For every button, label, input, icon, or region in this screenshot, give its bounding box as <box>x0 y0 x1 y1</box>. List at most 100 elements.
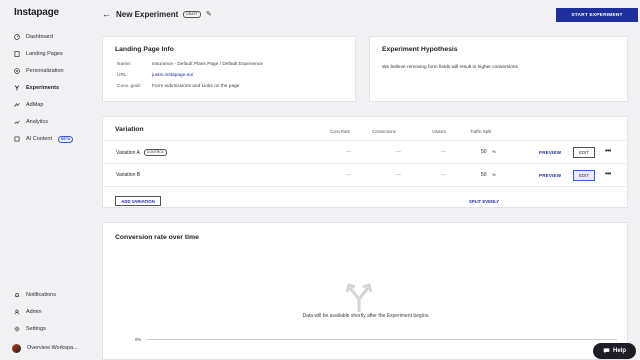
conversions-value: — <box>396 149 401 155</box>
page-title: New Experiment <box>116 9 179 19</box>
user-icon <box>14 309 20 315</box>
landing-page-info-card: Landing Page Info Name: Insurance - Defa… <box>102 36 356 102</box>
start-experiment-button[interactable]: START EXPERIMENT <box>556 8 638 22</box>
control-badge: CONTROL <box>143 149 167 156</box>
card-title: Variation <box>115 126 144 133</box>
gear-icon <box>14 326 20 332</box>
more-options-icon[interactable]: ••• <box>605 171 611 178</box>
col-header-conversions: Conversions <box>372 129 396 134</box>
variation-label: Variation B <box>116 172 141 178</box>
variations-card: Variation Conv.Rate Conversions Visitors… <box>102 116 629 208</box>
sidebar-item-label: Landing Pages <box>26 51 63 57</box>
card-title: Conversion rate over time <box>115 234 199 241</box>
sidebar-item-label: AdMap <box>26 102 44 108</box>
status-badge: DRAFT <box>183 10 201 18</box>
analytics-icon <box>14 119 20 125</box>
split-evenly-link[interactable]: SPLIT EVENLY <box>469 199 499 204</box>
divider <box>103 140 629 141</box>
edit-button[interactable]: EDIT <box>573 147 595 158</box>
url-link[interactable]: justin.instapage.eu/ <box>152 73 193 78</box>
traffic-split-input[interactable]: 50 % <box>481 172 496 178</box>
sidebar-item-settings[interactable]: Settings <box>14 324 46 334</box>
sidebar-item-label: Dashboard <box>26 34 53 40</box>
conversion-rate-card: Conversion rate over time Data will be a… <box>102 222 628 360</box>
preview-link[interactable]: PREVIEW <box>539 173 561 178</box>
goal-label: Conv. goal: <box>117 84 141 89</box>
help-label: Help <box>612 348 626 354</box>
avatar <box>12 343 21 353</box>
conversions-value: — <box>396 172 401 178</box>
sidebar-item-dashboard[interactable]: Dashboard <box>14 32 53 42</box>
chat-bubble-icon <box>603 347 610 356</box>
back-arrow-icon[interactable]: ← <box>102 9 111 19</box>
name-value: Insurance - Default Plans Page / Default… <box>152 62 263 67</box>
sidebar-item-label: AI Content <box>26 136 52 142</box>
traffic-split-input[interactable]: 50 % <box>481 149 496 155</box>
url-row: URL: justin.instapage.eu/ <box>117 73 193 78</box>
sidebar-item-notifications[interactable]: Notifications <box>14 290 56 300</box>
sidebar-item-analytics[interactable]: Analytics <box>14 117 48 127</box>
split-value: 50 <box>481 149 487 155</box>
sidebar-item-label: Admin <box>26 309 42 315</box>
main-content: ← New Experiment DRAFT ✎ START EXPERIMEN… <box>88 0 640 360</box>
sidebar-item-experiments[interactable]: Experiments <box>14 83 59 93</box>
empty-state-message: Data will be available shortly after the… <box>302 313 430 319</box>
conv-rate-value: — <box>346 172 351 178</box>
sidebar-item-label: Settings <box>26 326 46 332</box>
personalization-icon <box>14 68 20 74</box>
split-value: 50 <box>481 172 487 178</box>
sidebar-item-label: Notifications <box>26 292 56 298</box>
visitors-value: — <box>441 172 446 178</box>
experiments-icon <box>14 85 20 91</box>
sidebar-item-landing-pages[interactable]: Landing Pages <box>14 49 63 59</box>
goal-value: Form submissions and Links on the page <box>152 84 240 89</box>
url-label: URL: <box>117 73 128 78</box>
instapage-logo[interactable]: Instapage <box>14 7 59 18</box>
card-title: Experiment Hypothesis <box>382 46 458 53</box>
gauge-icon <box>14 34 20 40</box>
pages-icon <box>14 51 20 57</box>
visitors-value: — <box>441 149 446 155</box>
split-arrows-icon <box>345 283 373 315</box>
sidebar-item-label: Experiments <box>26 85 60 91</box>
variation-label: Variation A <box>116 149 140 156</box>
col-header-visitors: Visitors <box>432 129 447 134</box>
sidebar-item-label: Personalization <box>26 68 64 74</box>
variation-name[interactable]: Variation B <box>116 172 140 178</box>
split-unit: % <box>491 172 496 177</box>
page-header: ← New Experiment DRAFT ✎ <box>102 9 212 19</box>
sidebar-item-admin[interactable]: Admin <box>14 307 42 317</box>
more-options-icon[interactable]: ••• <box>605 148 611 155</box>
workspace-switcher[interactable]: Overview Workspa... <box>12 343 78 353</box>
goal-row: Conv. goal: Form submissions and Links o… <box>117 84 239 89</box>
variation-name[interactable]: Variation A CONTROL <box>116 149 167 156</box>
admap-icon <box>14 102 20 108</box>
pencil-icon[interactable]: ✎ <box>206 10 212 18</box>
name-row: Name: Insurance - Default Plans Page / D… <box>117 62 263 67</box>
y-axis-tick: 0% <box>135 337 142 342</box>
edit-button[interactable]: EDIT <box>573 170 595 181</box>
ai-icon <box>14 136 20 142</box>
hypothesis-card: Experiment Hypothesis We believe removin… <box>369 36 628 102</box>
card-title: Landing Page Info <box>115 46 174 53</box>
name-label: Name: <box>117 62 132 67</box>
sidebar-item-label: Analytics <box>26 119 49 125</box>
preview-link[interactable]: PREVIEW <box>539 150 561 155</box>
help-button[interactable]: Help <box>593 343 636 359</box>
divider <box>103 186 629 187</box>
beta-badge: BETA <box>58 135 74 143</box>
add-variation-button[interactable]: ADD VARIATION <box>115 196 161 206</box>
col-header-traffic-split: Traffic Split <box>470 129 492 134</box>
sidebar-item-personalization[interactable]: Personalization <box>14 66 64 76</box>
divider <box>103 163 629 164</box>
sidebar-item-ai-content[interactable]: AI Content BETA <box>14 134 74 144</box>
hypothesis-text[interactable]: We believe removing form fields will res… <box>382 65 518 70</box>
col-header-conv-rate: Conv.Rate <box>330 129 350 134</box>
split-unit: % <box>491 149 496 154</box>
sidebar-item-admap[interactable]: AdMap <box>14 100 43 110</box>
conv-rate-value: — <box>346 149 351 155</box>
bell-icon <box>14 292 20 298</box>
x-axis-line <box>147 339 617 340</box>
workspace-name: Overview Workspa... <box>27 345 78 351</box>
sidebar: Instapage Dashboard Landing Pages Person… <box>0 0 88 360</box>
